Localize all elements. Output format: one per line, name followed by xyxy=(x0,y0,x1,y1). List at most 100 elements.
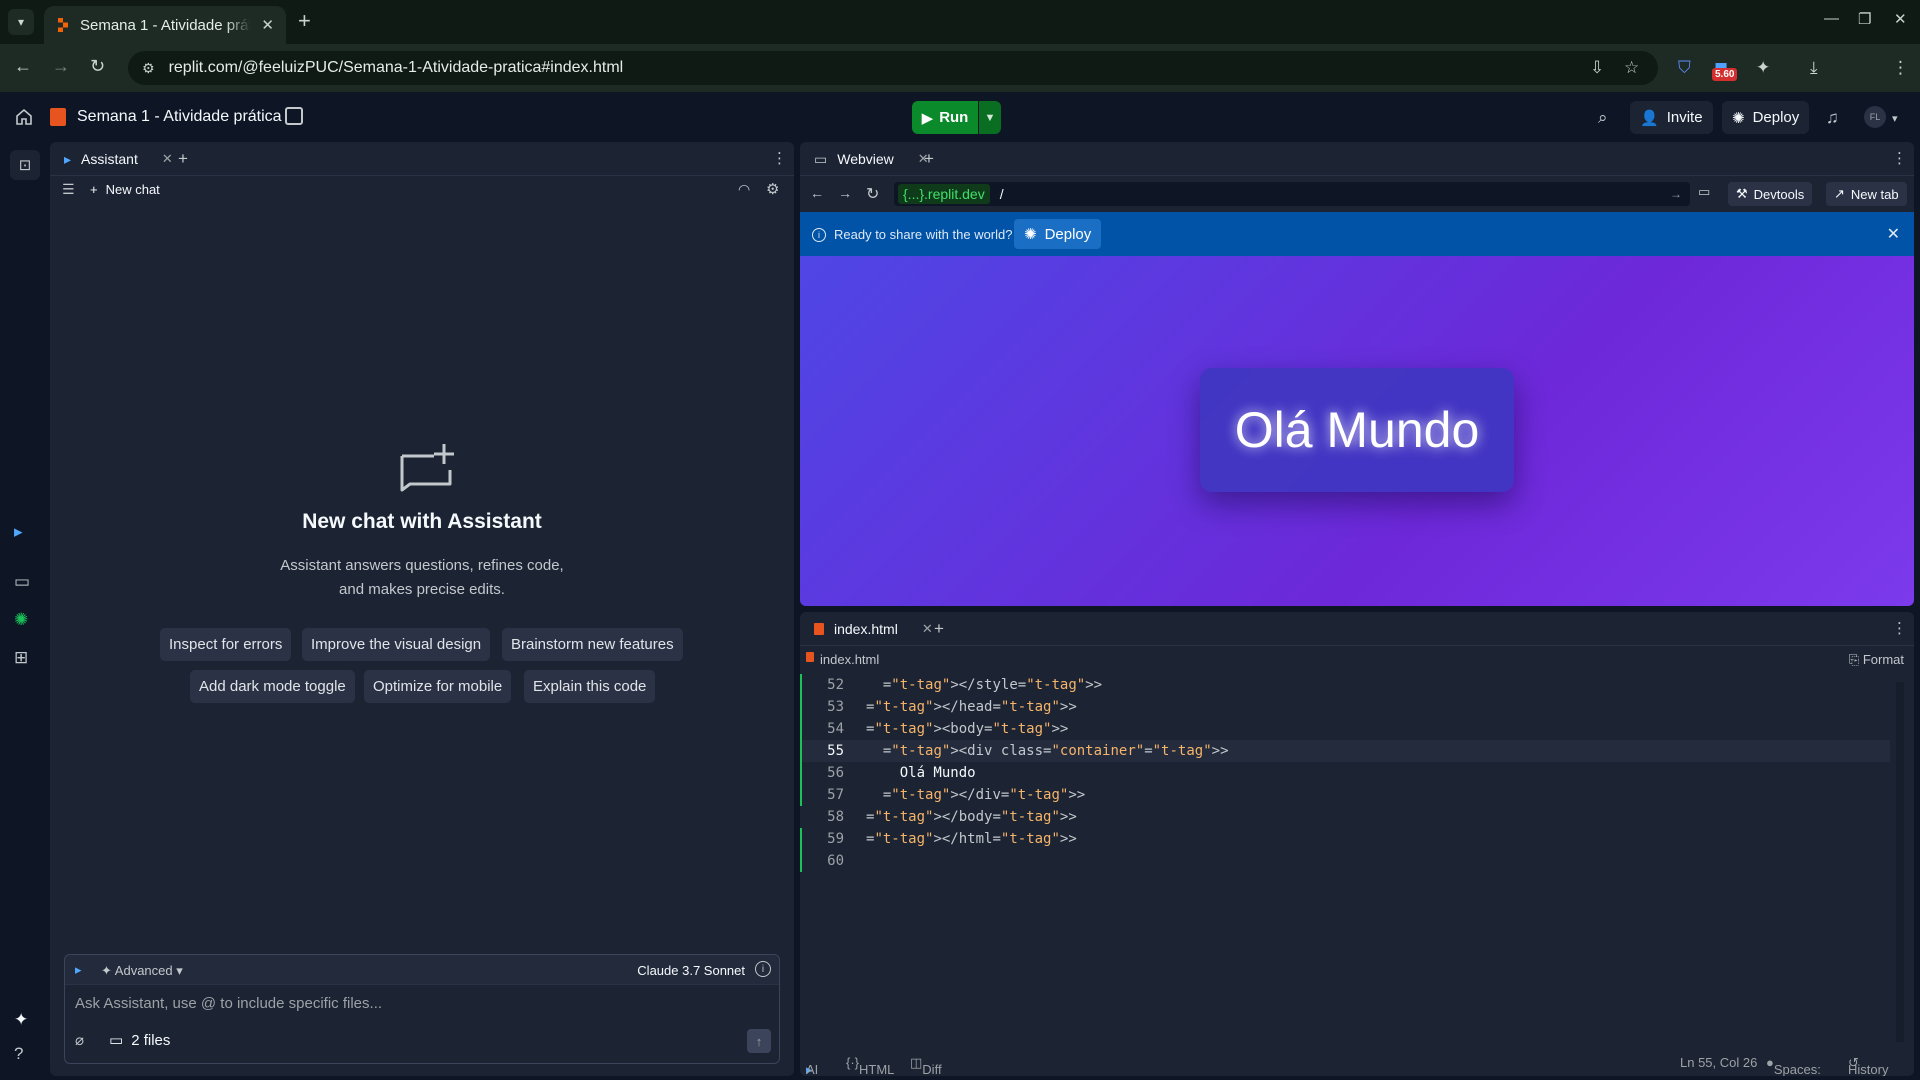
line-number: 55 xyxy=(827,743,844,759)
chevron-down-icon[interactable]: ▾ xyxy=(1892,112,1898,125)
add-tab-icon[interactable]: + xyxy=(934,619,944,639)
close-window-icon[interactable]: ✕ xyxy=(1894,10,1907,28)
close-tab-icon[interactable]: ✕ xyxy=(162,151,173,167)
html-file-icon xyxy=(50,108,66,126)
restore-icon[interactable]: ❐ xyxy=(1858,10,1871,28)
invite-button[interactable]: 👤 Invite xyxy=(1630,101,1713,134)
reload-icon[interactable]: ↻ xyxy=(866,184,879,204)
more-options-icon[interactable]: ⋮ xyxy=(772,149,787,167)
diff-status[interactable]: ◫ Diff xyxy=(910,1055,942,1076)
site-info-icon[interactable]: ⚙ xyxy=(142,60,155,77)
shield-extension-icon[interactable]: ⛉ xyxy=(1678,58,1691,78)
format-button[interactable]: ⎘ Format xyxy=(1849,652,1904,668)
webview-url-field[interactable]: {...}.replit.dev / → xyxy=(894,182,1690,206)
attached-files-button[interactable]: ▭ 2 files xyxy=(109,1031,170,1050)
tab-webview[interactable]: ▭ Webview ✕ xyxy=(808,146,935,172)
help-icon[interactable]: ? xyxy=(14,1044,23,1064)
notifications-bell-icon[interactable]: ♫ xyxy=(1826,108,1839,128)
usage-gauge-icon[interactable]: ◠ xyxy=(738,181,750,198)
open-arrow-icon[interactable]: → xyxy=(1670,187,1682,201)
chat-input[interactable] xyxy=(75,995,765,1012)
reload-icon[interactable]: ↻ xyxy=(90,56,105,77)
mode-selector[interactable]: ✦ Advanced ▾ xyxy=(101,963,183,979)
all-tools-icon[interactable]: ⊞ xyxy=(14,648,28,668)
forward-icon[interactable]: → xyxy=(52,56,70,77)
language-status[interactable]: {·} HTML xyxy=(846,1055,894,1076)
settings-gear-icon[interactable]: ⚙ xyxy=(766,180,779,198)
suggestion-chip[interactable]: Inspect for errors xyxy=(160,628,292,661)
browser-tab[interactable]: Semana 1 - Atividade prática ✕ xyxy=(44,6,286,44)
search-icon[interactable]: ⌕ xyxy=(1598,108,1608,128)
close-banner-icon[interactable]: ✕ xyxy=(1887,224,1900,244)
run-button[interactable]: ▶ Run xyxy=(912,101,978,134)
assistant-icon: ▸ xyxy=(75,962,82,977)
more-options-icon[interactable]: ⋮ xyxy=(1892,149,1907,167)
history-button[interactable]: History ↺ xyxy=(1848,1055,1888,1076)
suggestion-chip[interactable]: Add dark mode toggle xyxy=(190,670,355,703)
cursor-position[interactable]: Ln 55, Col 26 xyxy=(1680,1055,1757,1070)
add-tab-icon[interactable]: + xyxy=(178,149,188,169)
code-area[interactable]: 52 ="t-tag"></style="t-tag">> 53 ="t-tag">… xyxy=(800,674,1890,1034)
devtools-button[interactable]: ⚒ Devtools xyxy=(1728,182,1813,206)
suggestion-chip[interactable]: Brainstorm new features xyxy=(502,628,683,661)
puzzle-extensions-icon[interactable]: ✦ xyxy=(1756,58,1770,78)
user-avatar[interactable]: FL xyxy=(1864,106,1886,128)
back-icon[interactable]: ← xyxy=(14,56,32,77)
project-name[interactable]: Semana 1 - Atividade prática xyxy=(77,108,282,126)
address-bar[interactable]: ⚙ replit.com/@feeluizPUC/Semana-1-Ativid… xyxy=(128,51,1658,85)
code-line[interactable]: 52 ="t-tag"></style="t-tag">> xyxy=(800,674,1890,696)
send-button[interactable]: ↑ xyxy=(747,1029,771,1053)
install-app-icon[interactable]: ⇩ xyxy=(1590,58,1604,78)
suggestion-chip[interactable]: Optimize for mobile xyxy=(364,670,512,703)
device-toggle-icon[interactable]: ▭ xyxy=(1698,184,1710,200)
file-tree-icon[interactable]: ⊡ xyxy=(10,150,40,180)
back-icon[interactable]: ← xyxy=(810,185,824,201)
forward-icon[interactable]: → xyxy=(838,185,852,201)
minimize-icon[interactable]: — xyxy=(1824,10,1839,27)
tab-index-html[interactable]: index.html ✕ xyxy=(808,616,939,642)
code-line[interactable]: 54 ="t-tag"><body="t-tag">> xyxy=(800,718,1890,740)
attach-paperclip-icon[interactable]: ⌀ xyxy=(75,1031,84,1049)
browser-tabstrip: ▾ Semana 1 - Atividade prática ✕ + — ❐ ✕ xyxy=(0,0,1920,44)
code-line[interactable]: 53 ="t-tag"></head="t-tag">> xyxy=(800,696,1890,718)
code-line[interactable]: 58 ="t-tag"></body="t-tag">> xyxy=(800,806,1890,828)
browser-menu-icon[interactable]: ⋮ xyxy=(1892,58,1909,78)
project-info-icon[interactable] xyxy=(285,107,303,125)
tab-search-button[interactable]: ▾ xyxy=(8,9,34,35)
tab-assistant[interactable]: ▸ Assistant ✕ xyxy=(58,146,179,172)
model-label[interactable]: Claude 3.7 Sonnet xyxy=(637,963,745,978)
code-line[interactable]: 56 Olá Mundo xyxy=(800,762,1890,784)
close-tab-icon[interactable]: ✕ xyxy=(922,621,933,637)
new-tab-button[interactable]: ↗ New tab xyxy=(1826,182,1907,206)
deploy-button[interactable]: ✺ Deploy xyxy=(1722,101,1810,134)
line-text: ="t-tag"></head="t-tag">> xyxy=(866,699,1077,715)
download-icon[interactable]: ⤓ xyxy=(1810,58,1818,78)
editor-scrollbar[interactable] xyxy=(1896,682,1904,1042)
indent-status[interactable]: ● Spaces: 2 xyxy=(1766,1055,1821,1076)
code-line[interactable]: 59 ="t-tag"></html="t-tag">> xyxy=(800,828,1890,850)
suggestion-chip[interactable]: Explain this code xyxy=(524,670,656,703)
new-tab-icon[interactable]: + xyxy=(298,10,311,32)
banner-message: i Ready to share with the world? xyxy=(812,227,1012,242)
suggestion-chip[interactable]: Improve the visual design xyxy=(302,628,491,661)
composer-toolbar: ▸ ✦ Advanced ▾ Claude 3.7 Sonnet i xyxy=(65,955,779,985)
deployments-icon[interactable]: ✺ xyxy=(14,610,28,630)
run-options-button[interactable]: ▼ xyxy=(979,101,1001,134)
more-options-icon[interactable]: ⋮ xyxy=(1892,619,1907,637)
chat-history-icon[interactable]: ☰ xyxy=(62,181,75,198)
banner-deploy-button[interactable]: ✺ Deploy xyxy=(1014,219,1102,249)
webview-icon[interactable]: ▭ xyxy=(14,572,30,592)
info-icon[interactable]: i xyxy=(755,961,771,977)
breadcrumb-file[interactable]: index.html xyxy=(820,652,879,667)
sparkle-icon[interactable]: ✦ xyxy=(14,1010,28,1030)
code-line[interactable]: 55 ="t-tag"><div class="container"="t-ta… xyxy=(800,740,1890,762)
code-editor-panel: index.html ✕ + ⋮ index.html ⎘ Format 52 … xyxy=(800,612,1914,1076)
add-tab-icon[interactable]: + xyxy=(924,149,934,169)
code-line[interactable]: 57 ="t-tag"></div="t-tag">> xyxy=(800,784,1890,806)
code-line[interactable]: 60 xyxy=(800,850,1890,872)
home-icon[interactable] xyxy=(15,108,33,126)
assistant-icon[interactable]: ▸ xyxy=(14,522,23,542)
close-tab-icon[interactable]: ✕ xyxy=(261,16,274,34)
bookmark-star-icon[interactable]: ☆ xyxy=(1624,58,1639,78)
new-chat-button[interactable]: + New chat xyxy=(90,182,160,197)
